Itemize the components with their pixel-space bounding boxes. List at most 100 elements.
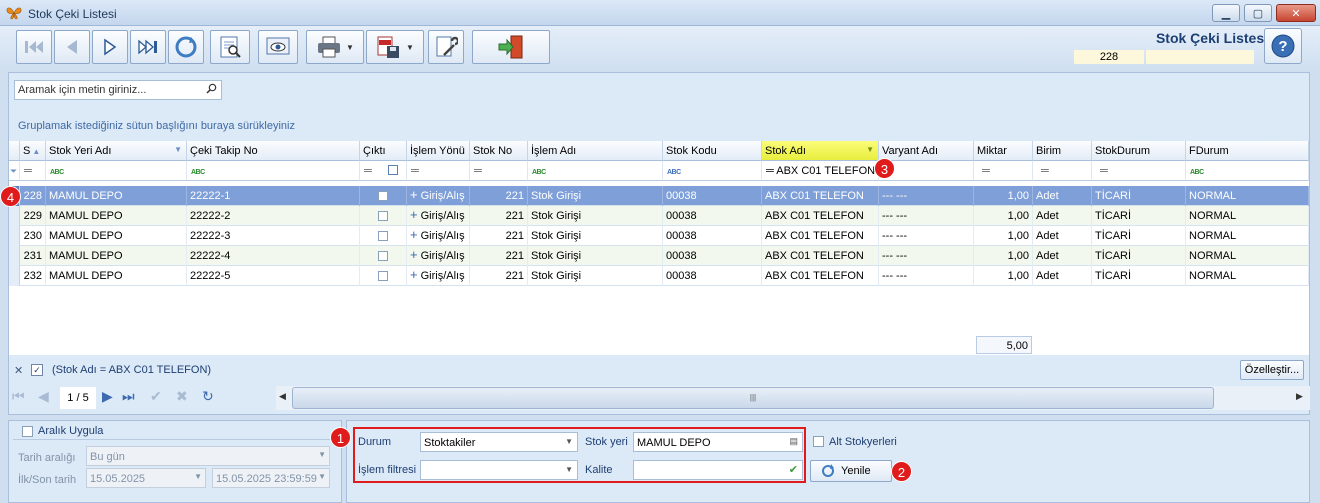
nav-prev-icon[interactable]: ◀ [38, 388, 49, 405]
cell-fdurum[interactable]: NORMAL [1186, 246, 1309, 266]
cell-stok-no[interactable]: 221 [470, 266, 528, 286]
cikti-cell[interactable] [360, 246, 407, 266]
table-row[interactable]: 228 MAMUL DEPO 22222-1 + Giriş/Alış 221 Stok G… [9, 186, 1309, 206]
start-date-input[interactable]: 15.05.2025 ▼ [86, 468, 206, 488]
cikti-checkbox[interactable] [378, 211, 388, 221]
row-indicator[interactable] [9, 226, 20, 246]
cell-islem[interactable]: Stok Girişi [528, 266, 663, 286]
scrollbar-thumb[interactable]: ||| [292, 387, 1214, 409]
tools-button[interactable] [428, 30, 464, 64]
customize-button[interactable]: Özelleştir... [1240, 360, 1304, 380]
minimize-button[interactable]: ▁ [1212, 4, 1240, 22]
cell-miktar[interactable]: 1,00 [974, 246, 1033, 266]
filter-enable-checkbox[interactable]: ✓ [31, 364, 43, 376]
group-panel-hint[interactable]: Gruplamak istediğiniz sütun başlığını bu… [18, 120, 295, 132]
cell-fdurum[interactable]: NORMAL [1186, 266, 1309, 286]
filter-cell-fdurum[interactable]: ABC [1186, 161, 1309, 181]
prev-record-button[interactable] [54, 30, 90, 64]
clear-filter-icon[interactable]: ✕ [14, 364, 23, 377]
scroll-right-icon[interactable]: ▶ [1296, 391, 1303, 402]
cell-s[interactable]: 230 [20, 226, 46, 246]
column-header-stok-adi[interactable]: Stok Adı ▼ [762, 141, 879, 161]
cell-yon[interactable]: + Giriş/Alış [407, 186, 470, 206]
cell-stok-durum[interactable]: TİCARİ [1092, 246, 1186, 266]
column-header-stok-yeri-adi[interactable]: Stok Yeri Adı ▼ [46, 141, 187, 161]
cell-miktar[interactable]: 1,00 [974, 186, 1033, 206]
cikti-checkbox[interactable] [378, 251, 388, 261]
cell-yon[interactable]: + Giriş/Alış [407, 266, 470, 286]
filter-cell-takip-no[interactable]: ABC [187, 161, 360, 181]
filter-expression[interactable]: (Stok Adı = ABX C01 TELEFON) [52, 364, 211, 376]
row-indicator[interactable] [9, 266, 20, 286]
cell-fdurum[interactable]: NORMAL [1186, 226, 1309, 246]
cell-kod[interactable]: 00038 [663, 186, 762, 206]
cell-stok-durum[interactable]: TİCARİ [1092, 266, 1186, 286]
table-row[interactable]: 230 MAMUL DEPO 22222-3 + Giriş/Alış 221 Stok G… [9, 226, 1309, 246]
cell-varyant[interactable]: --- --- [879, 186, 974, 206]
yenile-button[interactable]: Yenile [810, 460, 892, 482]
cell-miktar[interactable]: 1,00 [974, 226, 1033, 246]
help-button[interactable]: ? [1264, 28, 1302, 64]
cell-stok-adi[interactable]: ABX C01 TELEFON [762, 246, 879, 266]
cell-varyant[interactable]: --- --- [879, 206, 974, 226]
view-button[interactable] [258, 30, 298, 64]
cell-stok-adi[interactable]: ABX C01 TELEFON [762, 226, 879, 246]
cell-takip-no[interactable]: 22222-3 [187, 226, 360, 246]
column-header-stok-durum[interactable]: StokDurum [1092, 141, 1186, 161]
cell-yon[interactable]: + Giriş/Alış [407, 246, 470, 266]
refresh-button[interactable] [168, 30, 204, 64]
column-header-ceki-takip-no[interactable]: Çeki Takip No [187, 141, 360, 161]
column-header-stok-no[interactable]: Stok No [470, 141, 528, 161]
pdf-save-button[interactable]: ▼ [366, 30, 424, 64]
cell-stok-yeri[interactable]: MAMUL DEPO [46, 186, 187, 206]
cell-stok-no[interactable]: 221 [470, 246, 528, 266]
nav-first-icon[interactable]: ⏮ [12, 388, 25, 405]
cell-s[interactable]: 231 [20, 246, 46, 266]
filter-cell-islem-yonu[interactable]: ═ [407, 161, 470, 181]
cell-miktar[interactable]: 1,00 [974, 266, 1033, 286]
table-row[interactable]: 232 MAMUL DEPO 22222-5 + Giriş/Alış 221 Stok G… [9, 266, 1309, 286]
kalite-input[interactable]: ✔ [633, 460, 803, 480]
column-header-miktar[interactable]: Miktar [974, 141, 1033, 161]
cell-stok-no[interactable]: 221 [470, 186, 528, 206]
nav-last-icon[interactable]: ⏭ [122, 388, 135, 405]
search-input[interactable]: Aramak için metin giriniz... [14, 80, 222, 100]
cell-birim[interactable]: Adet [1033, 226, 1092, 246]
maximize-button[interactable]: ▢ [1244, 4, 1272, 22]
column-header-cikti[interactable]: Çıktı [360, 141, 407, 161]
cell-yon[interactable]: + Giriş/Alış [407, 206, 470, 226]
cell-stok-adi[interactable]: ABX C01 TELEFON [762, 266, 879, 286]
last-record-button[interactable] [130, 30, 166, 64]
exit-button[interactable] [472, 30, 550, 64]
close-button[interactable]: ✕ [1276, 4, 1316, 22]
cell-kod[interactable]: 00038 [663, 266, 762, 286]
cell-stok-durum[interactable]: TİCARİ [1092, 206, 1186, 226]
end-date-input[interactable]: 15.05.2025 23:59:59 ▼ [212, 468, 330, 488]
cell-s[interactable]: 229 [20, 206, 46, 226]
column-header-birim[interactable]: Birim [1033, 141, 1092, 161]
scroll-left-icon[interactable]: ◀ [279, 391, 286, 402]
filter-cell-miktar[interactable]: ═ [974, 161, 1033, 181]
cell-yon[interactable]: + Giriş/Alış [407, 226, 470, 246]
cell-stok-yeri[interactable]: MAMUL DEPO [46, 246, 187, 266]
column-header-fdurum[interactable]: FDurum [1186, 141, 1309, 161]
filter-cell-stok-kodu[interactable]: ABC [663, 161, 762, 181]
cell-takip-no[interactable]: 22222-5 [187, 266, 360, 286]
filter-cell-cikti[interactable]: ═ [360, 161, 407, 181]
cell-fdurum[interactable]: NORMAL [1186, 206, 1309, 226]
stok-yeri-input[interactable]: MAMUL DEPO ▤ [633, 432, 803, 452]
first-record-button[interactable] [16, 30, 52, 64]
cell-varyant[interactable]: --- --- [879, 266, 974, 286]
multi-check-icon[interactable]: ✔ [789, 463, 798, 476]
cell-kod[interactable]: 00038 [663, 206, 762, 226]
cell-varyant[interactable]: --- --- [879, 226, 974, 246]
column-header-s[interactable]: S ▲ [20, 141, 46, 161]
durum-select[interactable]: Stoktakiler ▼ [420, 432, 578, 452]
cell-kod[interactable]: 00038 [663, 246, 762, 266]
cell-miktar[interactable]: 1,00 [974, 206, 1033, 226]
filter-cell-s[interactable]: ═ [20, 161, 46, 181]
cell-takip-no[interactable]: 22222-4 [187, 246, 360, 266]
nav-confirm-icon[interactable]: ✔ [150, 388, 162, 405]
row-indicator[interactable] [9, 206, 20, 226]
cell-kod[interactable]: 00038 [663, 226, 762, 246]
